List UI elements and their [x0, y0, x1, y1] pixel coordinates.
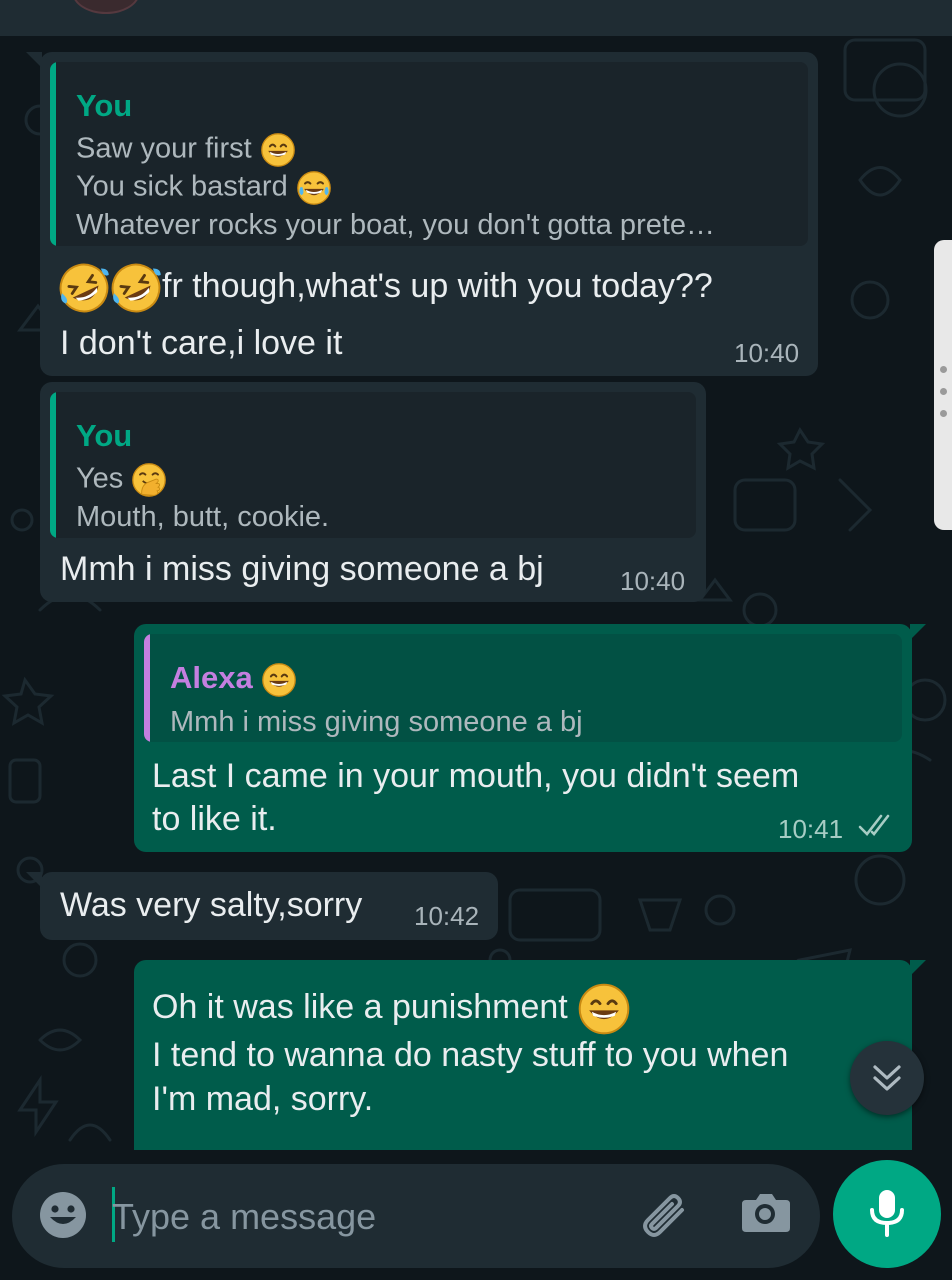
avatar[interactable] — [72, 0, 140, 14]
quote-bar — [50, 392, 56, 538]
camera-icon[interactable] — [740, 1190, 790, 1234]
message-text: I tend to wanna do nasty stuff to you wh… — [152, 1036, 789, 1074]
message-time: 10:42 — [414, 901, 480, 931]
double-check-icon — [858, 814, 890, 836]
quoted-message[interactable]: Alexa Mmh i miss giving someone a bj — [144, 634, 902, 742]
quote-author: Alexa — [170, 660, 297, 698]
message-bubble-incoming[interactable]: Was very salty,sorry 10:42 — [26, 872, 498, 940]
message-text: I don't care,i love it — [60, 324, 343, 362]
voice-record-button[interactable] — [833, 1160, 941, 1268]
grinning-face-icon — [260, 132, 296, 168]
message-time: 10:41 — [778, 814, 844, 844]
rolling-laughing-icon — [58, 262, 110, 314]
quote-line: Saw your first — [76, 132, 296, 168]
quote-line: You sick bastard — [76, 170, 332, 206]
message-bubble-incoming[interactable]: You Yes Mouth, butt, cookie. Mmh i miss … — [40, 382, 706, 602]
scroll-down-button[interactable] — [850, 1041, 924, 1115]
mic-icon — [870, 1190, 904, 1237]
message-bubble-outgoing[interactable]: Alexa Mmh i miss giving someone a bj Las… — [134, 624, 926, 852]
quote-line: Mmh i miss giving someone a bj — [170, 706, 583, 738]
chat-header — [0, 0, 952, 36]
quote-bar — [144, 634, 150, 742]
message-bubble-outgoing[interactable]: Oh it was like a punishment I tend to wa… — [134, 960, 926, 1150]
message-time: 10:40 — [620, 566, 686, 596]
quote-author: You — [76, 418, 133, 453]
message-text: I'm mad, sorry. — [152, 1080, 374, 1118]
quote-line: Yes — [76, 462, 167, 498]
grinning-face-icon — [577, 982, 631, 1036]
edge-panel-handle[interactable] — [934, 240, 952, 530]
quote-line: Whatever rocks your boat, you don't gott… — [76, 209, 716, 241]
face-with-hand-over-mouth-icon — [131, 462, 167, 498]
message-input[interactable]: Type a message — [112, 1196, 376, 1238]
message-text: fr though,what's up with you today?? — [58, 262, 713, 314]
message-bubble-incoming[interactable]: You Saw your first You sick bastard What… — [26, 52, 818, 376]
quoted-message[interactable]: You Yes Mouth, butt, cookie. — [50, 392, 696, 538]
message-text: Was very salty,sorry — [60, 886, 363, 924]
grinning-face-icon — [261, 662, 297, 698]
quote-author: You — [76, 88, 133, 123]
rolling-laughing-icon — [110, 262, 162, 314]
message-text: Oh it was like a punishment — [152, 982, 631, 1036]
quote-line: Mouth, butt, cookie. — [76, 501, 330, 533]
scroll-down-icon — [873, 1065, 901, 1091]
message-time: 10:40 — [734, 338, 800, 368]
message-text: Mmh i miss giving someone a bj — [60, 550, 544, 588]
handle-dot — [940, 410, 947, 417]
handle-dot — [940, 388, 947, 395]
paperclip-icon[interactable] — [636, 1190, 692, 1242]
tears-of-joy-icon — [296, 170, 332, 206]
emoji-icon[interactable] — [38, 1190, 88, 1240]
message-text: Last I came in your mouth, you didn't se… — [152, 757, 800, 795]
message-text: to like it. — [152, 800, 277, 838]
handle-dot — [940, 366, 947, 373]
quoted-message[interactable]: You Saw your first You sick bastard What… — [50, 62, 808, 246]
quote-bar — [50, 62, 56, 246]
